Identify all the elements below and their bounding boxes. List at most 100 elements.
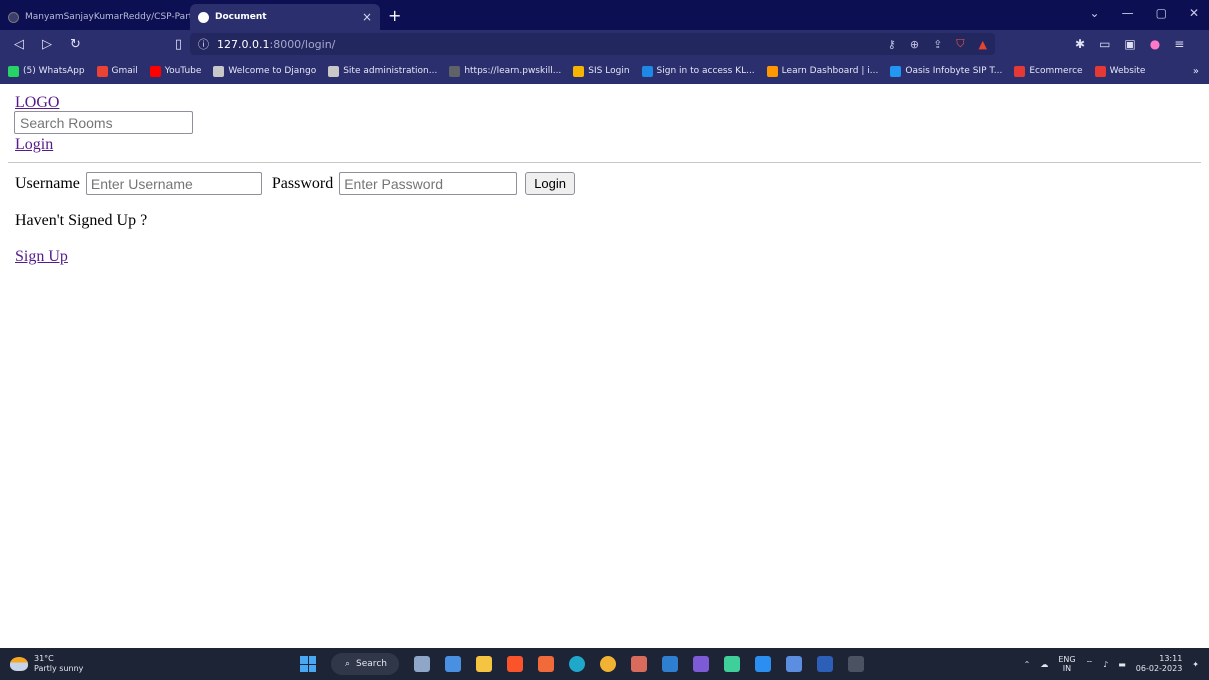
site-info-icon[interactable]: ⓘ [198,36,209,52]
new-tab-button[interactable]: + [388,6,401,25]
divider [8,162,1201,163]
password-field[interactable] [339,172,518,195]
windows-start-icon[interactable] [300,656,316,672]
search-input[interactable] [14,111,193,134]
mail-icon[interactable] [662,656,678,672]
wifi-icon[interactable]: ⌔ [1086,659,1094,669]
close-window-icon[interactable]: ✕ [1189,6,1199,20]
calculator-icon[interactable] [786,656,802,672]
browser-tab-strip: ManyamSanjayKumarReddy/CSP-Part Document… [0,0,1209,30]
weather-temp: 31°C [34,654,54,663]
reload-icon[interactable]: ↻ [70,37,81,52]
address-bar[interactable]: ⓘ 127.0.0.1 :8000/login/ ⚷ ⊕ ⇪ ⛉ ▲ [190,33,995,55]
bookmark-item[interactable]: YouTube [149,65,202,77]
bookmark-item[interactable]: https://learn.pwskill... [449,65,561,77]
extensions-icon[interactable]: ✱ [1075,37,1085,51]
bookmark-favicon-icon [641,65,653,77]
github-icon [8,11,19,23]
bookmark-item[interactable]: Welcome to Django [213,65,316,77]
bookmark-item[interactable]: Learn Dashboard | i... [766,65,879,77]
clock[interactable]: 13:11 06-02-2023 [1136,654,1183,674]
brave-beta-icon[interactable] [538,656,554,672]
taskbar-apps: ⌕ Search [300,653,864,675]
key-icon[interactable]: ⚷ [888,38,896,51]
brave-browser-icon[interactable] [507,656,523,672]
logo-link[interactable]: LOGO [15,94,59,112]
bookmark-label: Website [1109,66,1146,76]
address-path: :8000/login/ [269,37,336,51]
bookmark-item[interactable]: (5) WhatsApp [8,65,85,77]
wallet-icon[interactable]: ▣ [1124,37,1135,51]
file-explorer-icon[interactable] [476,656,492,672]
bookmark-label: Ecommerce [1029,66,1083,76]
tab-document[interactable]: Document × [190,4,380,30]
bookmark-item[interactable]: SIS Login [573,65,630,77]
bookmark-favicon-icon [1014,65,1026,77]
edge-icon[interactable] [569,656,585,672]
username-field[interactable] [85,172,262,195]
forward-icon[interactable]: ▷ [42,37,52,52]
weather-desc: Partly sunny [34,664,84,673]
bookmark-label: Learn Dashboard | i... [781,66,879,76]
minimize-icon[interactable]: — [1122,6,1134,20]
menu-icon[interactable]: ≡ [1174,37,1184,51]
restore-icon[interactable]: ▢ [1156,6,1167,20]
cloud-icon[interactable]: ☁ [1040,660,1048,669]
show-hidden-icons-icon[interactable]: ⌃ [1024,660,1031,669]
partly-sunny-icon [10,657,28,671]
sidebar-icon[interactable]: ▭ [1099,37,1110,51]
bookmark-item[interactable]: Gmail [96,65,138,77]
notification-icon[interactable]: ✦ [1192,660,1199,669]
login-link[interactable]: Login [15,136,53,154]
store-icon[interactable] [693,656,709,672]
language-indicator[interactable]: ENG IN [1058,655,1075,673]
terminal-icon[interactable] [848,656,864,672]
tab-github[interactable]: ManyamSanjayKumarReddy/CSP-Part [0,4,190,30]
more-bookmarks-icon[interactable]: » [1193,66,1199,77]
bookmark-label: Gmail [111,66,138,76]
bookmark-item[interactable]: Website [1094,65,1146,77]
bookmark-label: (5) WhatsApp [23,66,85,76]
page-content: LOGO Login Username Password Login Haven… [0,84,1209,648]
tab-title: ManyamSanjayKumarReddy/CSP-Part [25,12,190,22]
taskbar-search[interactable]: ⌕ Search [331,653,399,675]
bookmark-favicon-icon [328,65,340,77]
bookmark-label: SIS Login [588,66,630,76]
back-icon[interactable]: ◁ [14,37,24,52]
signup-prompt: Haven't Signed Up ? [15,212,148,229]
bookmark-item[interactable]: Site administration... [328,65,437,77]
bookmark-item[interactable]: Sign in to access KL... [641,65,755,77]
battery-icon[interactable]: ▬ [1118,660,1126,669]
vscode-icon[interactable] [755,656,771,672]
bookmark-favicon-icon [573,65,585,77]
bookmark-label: YouTube [164,66,202,76]
signup-link[interactable]: Sign Up [15,248,68,266]
bookmark-favicon-icon [213,65,225,77]
widgets-icon[interactable] [445,656,461,672]
bookmark-item[interactable]: Oasis Infobyte SIP T... [890,65,1002,77]
bookmark-label: Sign in to access KL... [656,66,755,76]
login-button[interactable]: Login [525,172,576,195]
tab-search-icon[interactable]: ⌄ [1090,6,1100,20]
profile-icon[interactable]: ● [1150,37,1160,51]
brave-shield-icon[interactable]: ⛉ [956,37,964,51]
lang-bottom: IN [1062,664,1072,673]
bookmark-favicon-icon [8,65,19,77]
dev-app-icon[interactable] [724,656,740,672]
bookmark-item[interactable]: Ecommerce [1014,65,1083,77]
close-tab-icon[interactable]: × [362,10,372,24]
chrome-icon[interactable] [600,656,616,672]
bookmark-favicon-icon [149,65,161,77]
system-tray: ⌃ ☁ ENG IN ⌔ ♪ ▬ 13:11 06-02-2023 ✦ [1024,654,1209,674]
clock-time: 13:11 [1159,654,1183,663]
task-view-icon[interactable] [414,656,430,672]
clock-date: 06-02-2023 [1135,664,1183,673]
copilot-icon[interactable] [631,656,647,672]
word-icon[interactable] [817,656,833,672]
brave-rewards-icon[interactable]: ▲ [979,38,987,51]
weather-widget[interactable]: 31°C Partly sunny [0,654,300,674]
zoom-icon[interactable]: ⊕ [910,38,919,51]
volume-icon[interactable]: ♪ [1103,660,1108,669]
bookmark-icon[interactable]: ▯ [175,37,182,52]
share-icon[interactable]: ⇪ [933,38,942,51]
